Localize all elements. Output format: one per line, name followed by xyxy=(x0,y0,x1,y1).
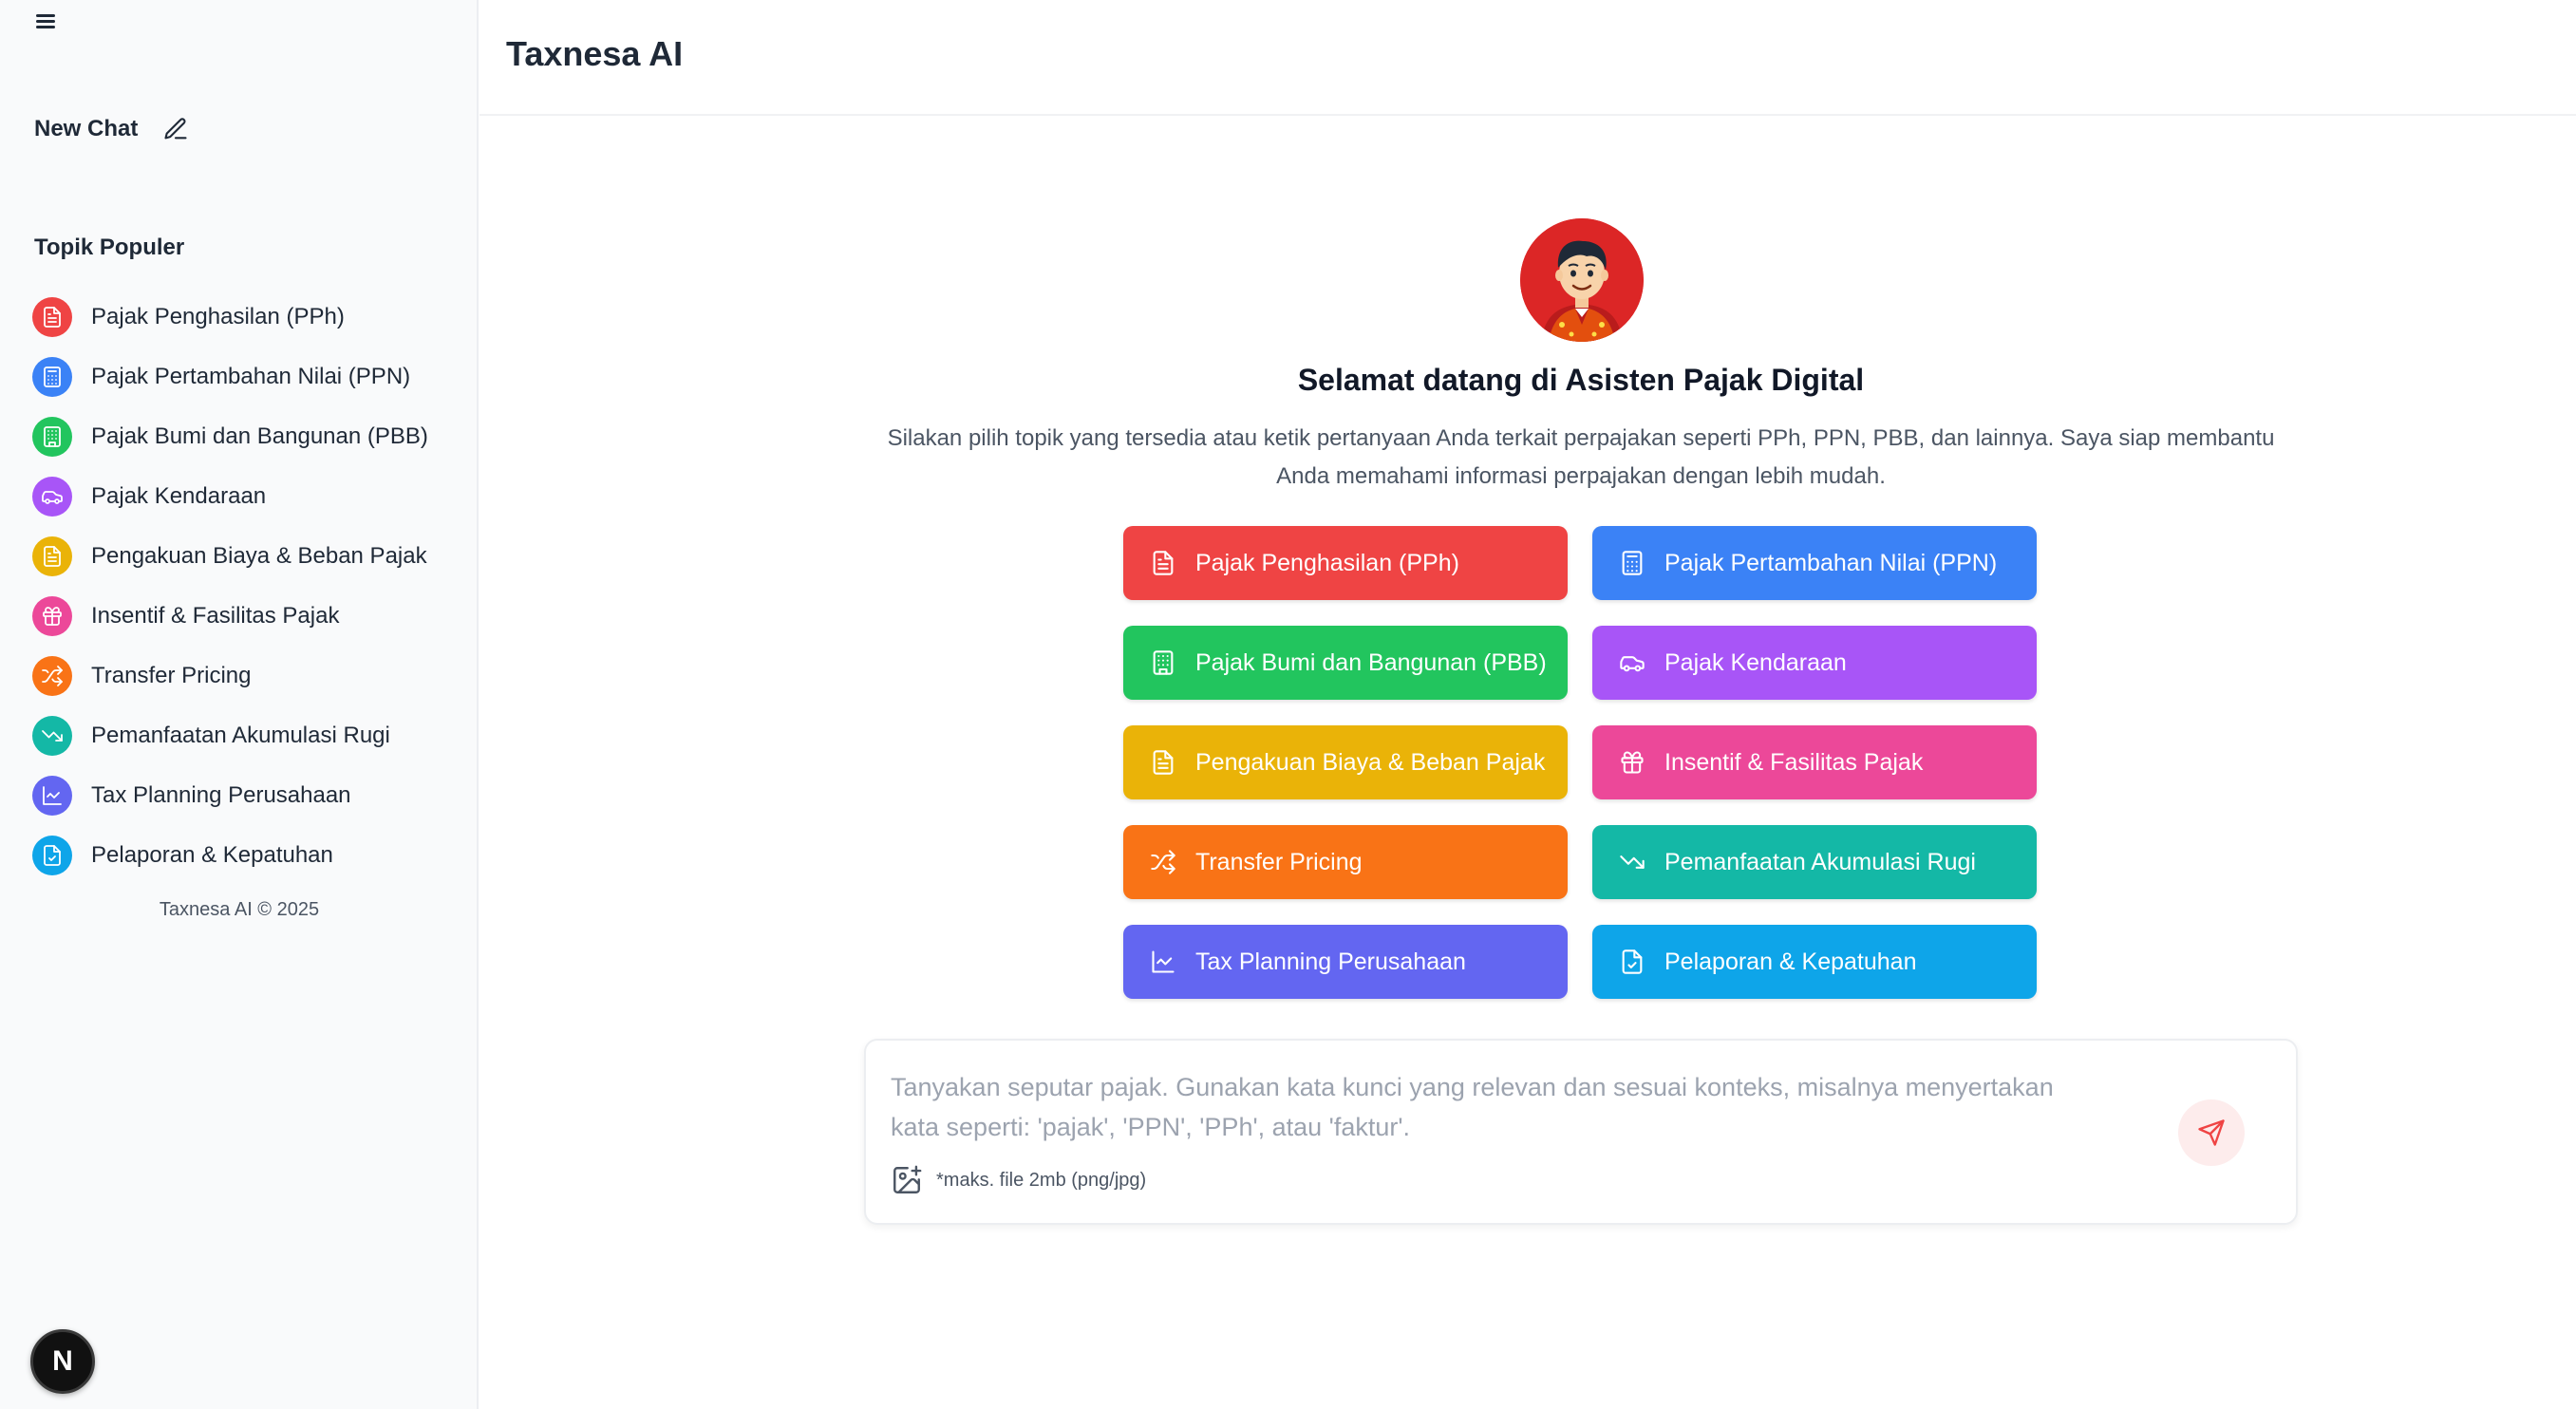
topic-button-label: Pajak Bumi dan Bangunan (PBB) xyxy=(1195,648,1547,676)
new-chat-button[interactable]: New Chat xyxy=(34,110,189,148)
topic-button-pengakuan-biaya-beban-pajak[interactable]: Pengakuan Biaya & Beban Pajak xyxy=(1123,725,1568,799)
building-icon xyxy=(1153,650,1174,675)
topic-icon-badge xyxy=(32,416,72,457)
shuffle-icon xyxy=(1151,850,1175,874)
building-icon xyxy=(44,425,61,447)
topic-icon-badge xyxy=(32,835,72,875)
attach-image-button[interactable]: *maks. file 2mb (png/jpg) xyxy=(891,1164,1146,1196)
sidebar-item-pajak-pertambahan-nilai-ppn[interactable]: Pajak Pertambahan Nilai (PPN) xyxy=(32,347,469,406)
menu-icon[interactable] xyxy=(34,9,61,34)
topic-icon-badge xyxy=(32,715,72,756)
sidebar: New Chat Topik Populer Pajak Penghasilan… xyxy=(0,0,479,1409)
trending-down-icon xyxy=(42,729,63,742)
topic-button-pajak-bumi-dan-bangunan-pbb[interactable]: Pajak Bumi dan Bangunan (PBB) xyxy=(1123,626,1568,700)
sidebar-item-label: Pajak Pertambahan Nilai (PPN) xyxy=(91,363,411,389)
trending-down-icon xyxy=(1620,855,1645,869)
send-icon xyxy=(2198,1119,2225,1146)
sidebar-item-insentif-fasilitas-pajak[interactable]: Insentif & Fasilitas Pajak xyxy=(32,586,469,646)
user-avatar[interactable]: N xyxy=(30,1329,95,1394)
topic-button-label: Insentif & Fasilitas Pajak xyxy=(1664,748,1924,776)
welcome-title: Selamat datang di Asisten Pajak Digital xyxy=(1297,363,1865,397)
app-title: Taxnesa AI xyxy=(506,34,684,73)
sidebar-item-transfer-pricing[interactable]: Transfer Pricing xyxy=(32,646,469,705)
file-text-icon xyxy=(44,545,61,567)
topic-button-transfer-pricing[interactable]: Transfer Pricing xyxy=(1123,825,1568,899)
gift-icon xyxy=(1621,751,1644,774)
copyright: Taxnesa AI © 2025 xyxy=(159,899,320,920)
topic-button-label: Tax Planning Perusahaan xyxy=(1195,948,1466,975)
chat-input[interactable]: Tanyakan seputar pajak. Gunakan kata kun… xyxy=(891,1067,2106,1147)
car-icon xyxy=(1620,656,1645,672)
header: Taxnesa AI xyxy=(479,0,2576,116)
sidebar-item-pelaporan-kepatuhan[interactable]: Pelaporan & Kepatuhan xyxy=(32,825,469,885)
topics-title: Topik Populer xyxy=(34,235,185,260)
topic-icon-badge xyxy=(32,655,72,696)
topic-button-label: Pemanfaatan Akumulasi Rugi xyxy=(1664,848,1976,875)
sidebar-item-label: Pengakuan Biaya & Beban Pajak xyxy=(91,542,427,569)
topic-button-label: Pajak Penghasilan (PPh) xyxy=(1195,549,1459,576)
topic-button-pajak-kendaraan[interactable]: Pajak Kendaraan xyxy=(1592,626,2037,700)
topic-icon-badge xyxy=(32,356,72,397)
sidebar-item-pengakuan-biaya-beban-pajak[interactable]: Pengakuan Biaya & Beban Pajak xyxy=(32,526,469,586)
image-upload-icon xyxy=(893,1165,922,1193)
sidebar-item-pemanfaatan-akumulasi-rugi[interactable]: Pemanfaatan Akumulasi Rugi xyxy=(32,705,469,765)
attach-note: *maks. file 2mb (png/jpg) xyxy=(936,1169,1147,1191)
calculator-icon xyxy=(1622,551,1643,575)
topic-icon-badge xyxy=(32,775,72,816)
file-text-icon xyxy=(1153,551,1174,575)
sidebar-item-tax-planning-perusahaan[interactable]: Tax Planning Perusahaan xyxy=(32,765,469,825)
sidebar-item-label: Pajak Kendaraan xyxy=(91,482,267,509)
sidebar-item-label: Insentif & Fasilitas Pajak xyxy=(91,602,340,629)
topic-button-label: Pajak Pertambahan Nilai (PPN) xyxy=(1664,549,1998,576)
shuffle-icon xyxy=(42,665,63,686)
sidebar-item-pajak-bumi-dan-bangunan-pbb[interactable]: Pajak Bumi dan Bangunan (PBB) xyxy=(32,406,469,466)
topic-button-label: Pengakuan Biaya & Beban Pajak xyxy=(1195,748,1546,776)
car-icon xyxy=(42,490,63,504)
file-check-icon xyxy=(1622,949,1643,974)
topic-button-pajak-penghasilan-pph[interactable]: Pajak Penghasilan (PPh) xyxy=(1123,526,1568,600)
topic-list: Pajak Penghasilan (PPh) Pajak Pertambahan… xyxy=(32,287,469,885)
send-button[interactable] xyxy=(2178,1099,2245,1166)
topic-button-pemanfaatan-akumulasi-rugi[interactable]: Pemanfaatan Akumulasi Rugi xyxy=(1592,825,2037,899)
sidebar-item-label: Tax Planning Perusahaan xyxy=(91,781,351,808)
assistant-avatar xyxy=(1520,218,1644,342)
line-chart-icon xyxy=(1152,950,1175,973)
line-chart-icon xyxy=(43,785,62,805)
topic-button-pelaporan-kepatuhan[interactable]: Pelaporan & Kepatuhan xyxy=(1592,925,2037,999)
topic-icon-badge xyxy=(32,296,72,337)
file-text-icon xyxy=(1153,750,1174,775)
topic-button-label: Pajak Kendaraan xyxy=(1664,648,1847,676)
topic-button-label: Transfer Pricing xyxy=(1195,848,1363,875)
new-chat-label: New Chat xyxy=(34,116,139,141)
edit-icon xyxy=(164,118,187,140)
file-text-icon xyxy=(44,306,61,328)
sidebar-item-label: Pajak Penghasilan (PPh) xyxy=(91,303,345,329)
sidebar-item-label: Pajak Bumi dan Bangunan (PBB) xyxy=(91,423,428,449)
chat-input-box: Tanyakan seputar pajak. Gunakan kata kun… xyxy=(864,1039,2298,1225)
topic-button-label: Pelaporan & Kepatuhan xyxy=(1664,948,1917,975)
topic-button-pajak-pertambahan-nilai-ppn[interactable]: Pajak Pertambahan Nilai (PPN) xyxy=(1592,526,2037,600)
sidebar-item-label: Pemanfaatan Akumulasi Rugi xyxy=(91,722,390,748)
topic-button-insentif-fasilitas-pajak[interactable]: Insentif & Fasilitas Pajak xyxy=(1592,725,2037,799)
calculator-icon xyxy=(44,366,61,387)
sidebar-item-pajak-penghasilan-pph[interactable]: Pajak Penghasilan (PPh) xyxy=(32,287,469,347)
file-check-icon xyxy=(44,844,61,866)
topic-icon-badge xyxy=(32,476,72,517)
welcome-text: Silakan pilih topik yang tersedia atau k… xyxy=(887,425,2275,489)
gift-icon xyxy=(43,606,62,626)
sidebar-item-label: Pelaporan & Kepatuhan xyxy=(91,841,333,868)
sidebar-item-pajak-kendaraan[interactable]: Pajak Kendaraan xyxy=(32,466,469,526)
topic-icon-badge xyxy=(32,595,72,636)
topic-button-tax-planning-perusahaan[interactable]: Tax Planning Perusahaan xyxy=(1123,925,1568,999)
sidebar-item-label: Transfer Pricing xyxy=(91,662,252,688)
topic-icon-badge xyxy=(32,535,72,576)
